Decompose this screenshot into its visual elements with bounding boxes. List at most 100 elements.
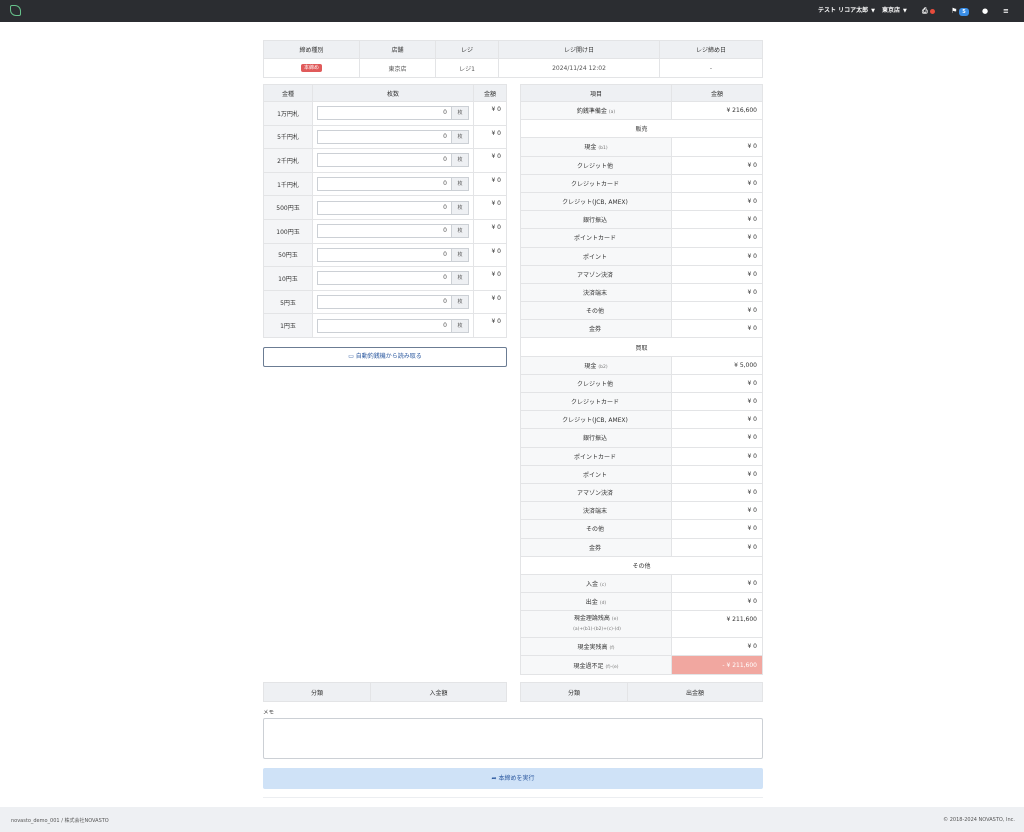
table-row: ポイントカード ¥ 0 — [520, 228, 763, 248]
purchase-item-value: ¥ 0 — [671, 391, 763, 412]
diff-value: - ¥ 211,600 — [671, 655, 763, 675]
sales-item-label: 現金 — [584, 144, 597, 152]
table-row: 2千円札 0 枚 ¥ 0 — [263, 148, 507, 173]
purchase-item-value: ¥ 0 — [671, 373, 763, 394]
withdraw-amount-header: 出金額 — [627, 682, 763, 702]
status-dot — [929, 9, 935, 14]
user-menu[interactable]: テスト リコア太郎 ▼ — [818, 0, 875, 22]
sales-item-label: 金券 — [588, 326, 601, 334]
quantity-field: 0枚 — [317, 177, 469, 192]
denomination-amount: ¥ 0 — [473, 148, 507, 173]
sales-item-value: ¥ 0 — [671, 282, 763, 303]
reserve-label: 釣銭準備金 — [576, 108, 607, 116]
table-row: 銀行振込 ¥ 0 — [520, 428, 763, 448]
denomination-amount: ¥ 0 — [473, 195, 507, 220]
withdraw-category-header: 分類 — [520, 682, 628, 702]
changer-icon: ▭ — [348, 353, 356, 360]
quantity-input[interactable]: 0 — [317, 318, 451, 333]
header-denomination: 金種 — [263, 84, 313, 102]
quantity-unit: 枚 — [451, 177, 469, 192]
table-row: アマゾン決済 ¥ 0 — [520, 264, 763, 284]
denomination-label: 50円玉 — [263, 242, 313, 268]
denomination-amount: ¥ 0 — [473, 266, 507, 291]
purchase-item-label: 現金 — [584, 362, 597, 370]
quantity-input[interactable]: 0 — [317, 177, 451, 192]
sales-item-value: ¥ 0 — [671, 264, 763, 284]
close-date-value: - — [659, 58, 763, 78]
quantity-field: 0枚 — [317, 247, 469, 262]
quantity-input[interactable]: 0 — [317, 153, 451, 168]
purchase-item-label: 決済端末 — [582, 508, 607, 516]
deposit-sub: (c) — [600, 582, 606, 588]
denomination-label: 500円玉 — [263, 195, 313, 220]
memo-textarea[interactable] — [263, 718, 763, 759]
quantity-unit: 枚 — [451, 318, 469, 333]
table-row: 釣銭準備金 (a) ¥ 216,600 — [520, 100, 763, 121]
table-row: 決済端末 ¥ 0 — [520, 282, 763, 303]
quantity-input[interactable]: 0 — [317, 129, 451, 144]
read-button-label: 自動釣銭機から読み取る — [355, 353, 422, 360]
sales-item-label: クレジット(JCB, AMEX) — [562, 199, 628, 207]
quantity-input[interactable]: 0 — [317, 247, 451, 262]
logo-icon[interactable] — [10, 5, 21, 16]
table-row: ポイント ¥ 0 — [520, 464, 763, 484]
user-name: テスト リコア太郎 — [818, 7, 869, 14]
sales-item-label: ポイントカード — [573, 235, 616, 243]
table-row: 50円玉 0 枚 ¥ 0 — [263, 242, 507, 268]
printer-button[interactable]: ⎙ — [922, 0, 935, 22]
denomination-label: 100円玉 — [263, 218, 313, 244]
theory-formula: (a)+(b1)-(b2)+(c)-(d) — [573, 627, 621, 633]
purchase-item-value: ¥ 0 — [671, 464, 763, 484]
store-menu[interactable]: 東京店 ▼ — [882, 0, 907, 22]
table-row: 現金過不足 (f)-(e) - ¥ 211,600 — [520, 655, 763, 675]
table-row: その他 ¥ 0 — [520, 519, 763, 539]
closing-type-badge: 本締め — [300, 64, 322, 72]
quantity-input[interactable]: 0 — [317, 271, 451, 286]
table-row: クレジットカード ¥ 0 — [520, 173, 763, 193]
table-row: 現金 (b2) ¥ 5,000 — [520, 355, 763, 375]
quantity-unit: 枚 — [451, 153, 469, 168]
denomination-label: 10円玉 — [263, 266, 313, 291]
purchase-item-value: ¥ 0 — [671, 501, 763, 521]
purchase-item-label: クレジット(JCB, AMEX) — [562, 417, 628, 425]
purchase-item-value: ¥ 0 — [671, 537, 763, 557]
notifications-button[interactable]: ⚑ 5 — [951, 0, 969, 22]
sales-section-title: 販売 — [520, 119, 763, 139]
denomination-label: 5千円札 — [263, 124, 313, 150]
chat-button[interactable]: ● — [982, 0, 988, 22]
quantity-field: 0枚 — [317, 318, 469, 333]
table-row: クレジットカード ¥ 0 — [520, 391, 763, 412]
quantity-input[interactable]: 0 — [317, 200, 451, 215]
top-navbar: テスト リコア太郎 ▼ 東京店 ▼ ⎙ ⚑ 5 ● ≡ — [0, 0, 1024, 22]
purchase-item-value: ¥ 0 — [671, 482, 763, 503]
withdraw-sub: (d) — [599, 601, 607, 607]
open-date-value: 2024/11/24 12:02 — [498, 58, 660, 78]
header-value: 金額 — [671, 84, 763, 102]
table-row: クレジット他 ¥ 0 — [520, 373, 763, 394]
chevron-down-icon: ▼ — [903, 8, 907, 14]
hamburger-icon: ≡ — [1003, 7, 1009, 15]
quantity-input[interactable]: 0 — [317, 224, 451, 239]
table-row: 入金 (c) ¥ 0 — [520, 573, 763, 594]
table-row: 出金 (d) ¥ 0 — [520, 592, 763, 612]
denomination-amount: ¥ 0 — [473, 242, 507, 268]
table-row: 100円玉 0 枚 ¥ 0 — [263, 218, 507, 244]
table-row: クレジット(JCB, AMEX) ¥ 0 — [520, 410, 763, 430]
summary-table: 項目 金額 釣銭準備金 (a) ¥ 216,600 販売 現金 (b1) ¥ 0 クレジ… — [520, 84, 763, 675]
quantity-input[interactable]: 0 — [317, 106, 451, 121]
quantity-input[interactable]: 0 — [317, 295, 451, 310]
execute-closing-button[interactable]: ➦ 本締めを実行 — [263, 768, 763, 789]
quantity-unit: 枚 — [451, 271, 469, 286]
denomination-label: 1円玉 — [263, 313, 313, 338]
menu-button[interactable]: ≡ — [1003, 0, 1009, 22]
read-from-changer-button[interactable]: ▭ 自動釣銭機から読み取る — [263, 347, 507, 367]
purchase-item-value: ¥ 0 — [671, 428, 763, 448]
withdraw-table: 分類 出金額 — [520, 682, 763, 702]
store-name: 東京店 — [882, 7, 901, 14]
store-value: 東京店 — [359, 58, 436, 78]
purchase-item-value: ¥ 0 — [671, 446, 763, 466]
purchase-item-label: クレジット他 — [576, 380, 613, 388]
table-row: 10円玉 0 枚 ¥ 0 — [263, 266, 507, 291]
table-row: クレジット他 ¥ 0 — [520, 155, 763, 175]
denomination-amount: ¥ 0 — [473, 171, 507, 197]
